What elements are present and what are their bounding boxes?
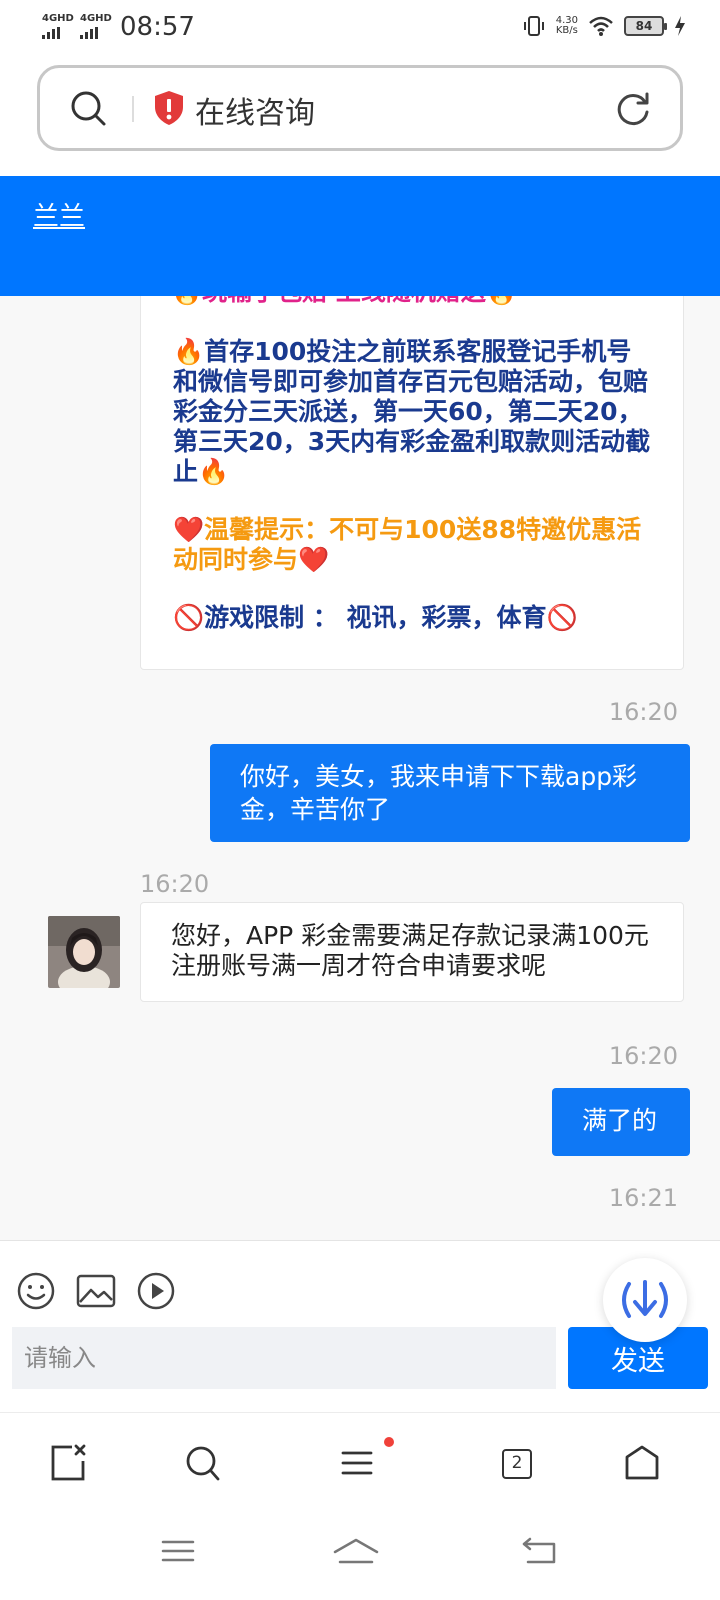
- wifi-icon: [589, 16, 613, 36]
- promo-cut-line: 🔥玩输了包赔 上线随机赠送🔥: [171, 296, 517, 307]
- agent-avatar[interactable]: [48, 916, 120, 988]
- page-title[interactable]: 在线咨询: [195, 88, 315, 132]
- avatar-image: [48, 916, 120, 988]
- close-page-icon[interactable]: [50, 1443, 86, 1483]
- back-icon[interactable]: [520, 1536, 560, 1566]
- signal-bars-icon: [80, 27, 112, 39]
- address-divider: [132, 96, 134, 122]
- outgoing-message-bubble: 你好，美女，我来申请下下载app彩金，辛苦你了: [210, 744, 690, 842]
- browser-address-area: 在线咨询: [0, 56, 720, 176]
- emoji-icon[interactable]: [16, 1271, 56, 1311]
- browser-toolbar: 2: [0, 1412, 720, 1522]
- home-icon[interactable]: [624, 1443, 660, 1483]
- recent-apps-icon[interactable]: [160, 1536, 196, 1566]
- clock: 08:57: [120, 12, 195, 42]
- message-list[interactable]: 🔥玩输了包赔 上线随机赠送🔥 🔥首存100投注之前联系客服登记手机号和微信号即可…: [0, 296, 720, 1240]
- download-float-button[interactable]: [603, 1258, 687, 1342]
- signal-label-2: 4GHD: [80, 13, 112, 24]
- notification-dot: [384, 1437, 394, 1447]
- refresh-icon[interactable]: [614, 90, 652, 128]
- promo-message-bubble: 🔥玩输了包赔 上线随机赠送🔥 🔥首存100投注之前联系客服登记手机号和微信号即可…: [140, 296, 684, 670]
- status-bar: 4GHD 4GHD 08:57 4.30 KB/s 84: [0, 0, 720, 56]
- tab-count-button[interactable]: 2: [502, 1449, 532, 1479]
- signal-indicator-1: 4GHD: [42, 14, 74, 39]
- outgoing-message-bubble: 满了的: [552, 1088, 690, 1156]
- warning-shield-icon[interactable]: [153, 90, 185, 126]
- net-speed-unit: KB/s: [555, 25, 578, 36]
- incoming-message-bubble: 您好，APP 彩金需要满足存款记录满100元 注册账号满一周才符合申请要求呢: [140, 902, 684, 1002]
- download-icon: [622, 1280, 668, 1318]
- system-navigation-bar: [0, 1522, 720, 1600]
- battery-icon: 84: [624, 16, 667, 36]
- promo-paragraph-2: ❤️温馨提示：不可与100送88特邀优惠活动同时参与❤️: [173, 515, 642, 574]
- menu-icon[interactable]: [340, 1443, 374, 1483]
- status-icons: 4.30 KB/s 84: [522, 14, 686, 38]
- message-timestamp: 16:20: [140, 870, 210, 898]
- message-timestamp: 16:21: [608, 1184, 678, 1212]
- signal-indicator-2: 4GHD: [80, 14, 112, 39]
- chat-header: 兰兰: [0, 176, 720, 296]
- promo-paragraph-3: 🚫游戏限制 ： 视讯，彩票，体育🚫: [173, 603, 578, 632]
- vibrate-icon: [523, 16, 544, 36]
- address-bar[interactable]: 在线咨询: [37, 65, 683, 151]
- agent-name[interactable]: 兰兰: [33, 196, 85, 233]
- video-icon[interactable]: [136, 1271, 176, 1311]
- message-timestamp: 16:20: [608, 1042, 678, 1070]
- message-input[interactable]: [12, 1327, 556, 1389]
- signal-bars-icon: [42, 27, 74, 39]
- search-icon[interactable]: [184, 1443, 222, 1483]
- search-icon[interactable]: [70, 90, 108, 128]
- signal-label-1: 4GHD: [42, 13, 74, 24]
- net-speed: 4.30 KB/s: [556, 16, 578, 36]
- charging-icon: [675, 16, 685, 36]
- image-icon[interactable]: [76, 1271, 116, 1311]
- system-home-icon[interactable]: [332, 1536, 380, 1566]
- promo-paragraph-1: 🔥首存100投注之前联系客服登记手机号和微信号即可参加首存百元包赔活动，包赔彩金…: [173, 337, 651, 486]
- message-timestamp: 16:20: [608, 698, 678, 726]
